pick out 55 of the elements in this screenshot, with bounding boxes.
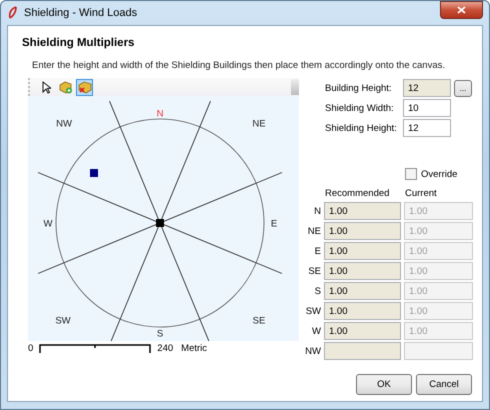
checkbox-label: Override bbox=[421, 168, 458, 180]
instruction-text: Enter the height and width of the Shielding Buildings then place them accordingly onto the canvas. bbox=[32, 60, 445, 71]
direction-label: E bbox=[314, 246, 321, 256]
recommended-field[interactable]: 1.00 bbox=[324, 322, 401, 340]
scale-end: 240 bbox=[157, 343, 174, 354]
compass-label: W bbox=[44, 218, 52, 230]
recommended-field[interactable]: 1.00 bbox=[324, 222, 401, 240]
dialog-button[interactable]: OK bbox=[356, 374, 412, 395]
close-icon bbox=[457, 6, 466, 14]
number-field[interactable]: 12 bbox=[403, 79, 451, 97]
direction-label: W bbox=[311, 326, 321, 336]
compass-label: E bbox=[270, 218, 278, 230]
current-field[interactable] bbox=[404, 342, 473, 360]
compass-label: SE bbox=[252, 316, 266, 327]
recommended-field[interactable]: 1.00 bbox=[324, 302, 401, 320]
add-box-icon bbox=[58, 80, 72, 94]
window-title: Shielding - Wind Loads bbox=[24, 7, 138, 19]
direction-label: NE bbox=[306, 226, 321, 236]
app-icon bbox=[7, 6, 19, 20]
scale-bar-icon bbox=[39, 344, 152, 353]
delete-box-icon bbox=[78, 80, 92, 94]
center-marker[interactable] bbox=[156, 219, 164, 227]
compass-label: NW bbox=[56, 118, 72, 130]
recommended-field[interactable]: 1.00 bbox=[324, 262, 401, 280]
number-field[interactable]: 12 bbox=[403, 119, 451, 137]
column-header: Recommended bbox=[325, 188, 390, 199]
scale-start: 0 bbox=[28, 343, 34, 354]
toolbar-grip[interactable] bbox=[291, 79, 299, 95]
recommended-field[interactable] bbox=[324, 342, 401, 360]
building-marker[interactable] bbox=[90, 169, 98, 177]
field-label: Building Height: bbox=[325, 82, 393, 94]
direction-label: NW bbox=[304, 346, 321, 356]
override-checkbox[interactable] bbox=[405, 168, 417, 180]
recommended-field[interactable]: 1.00 bbox=[324, 242, 401, 260]
column-header: Current bbox=[405, 188, 438, 199]
number-field[interactable]: 10 bbox=[403, 99, 451, 117]
compass-label: N bbox=[156, 108, 164, 120]
direction-label: SW bbox=[304, 306, 321, 316]
recommended-field[interactable]: 1.00 bbox=[324, 202, 401, 220]
close-button[interactable] bbox=[440, 1, 483, 19]
direction-label: SE bbox=[307, 266, 321, 276]
wind-direction-canvas[interactable]: N NE E SE S SW W NW bbox=[28, 96, 299, 341]
recommended-field[interactable]: 1.00 bbox=[324, 282, 401, 300]
scale-units: Metric bbox=[181, 343, 208, 354]
section-heading: Shielding Multipliers bbox=[22, 37, 136, 49]
field-label: Shielding Width: bbox=[325, 102, 395, 114]
compass-label: NE bbox=[252, 118, 266, 130]
compass-label: SW bbox=[55, 316, 71, 327]
field-label: Shielding Height: bbox=[325, 122, 398, 134]
pointer-icon bbox=[42, 80, 51, 94]
dialog-button[interactable]: Cancel bbox=[416, 374, 472, 395]
browse-button[interactable]: ... bbox=[454, 80, 472, 96]
direction-label: S bbox=[314, 286, 321, 296]
compass-label: S bbox=[156, 328, 164, 340]
direction-label: N bbox=[313, 206, 321, 216]
